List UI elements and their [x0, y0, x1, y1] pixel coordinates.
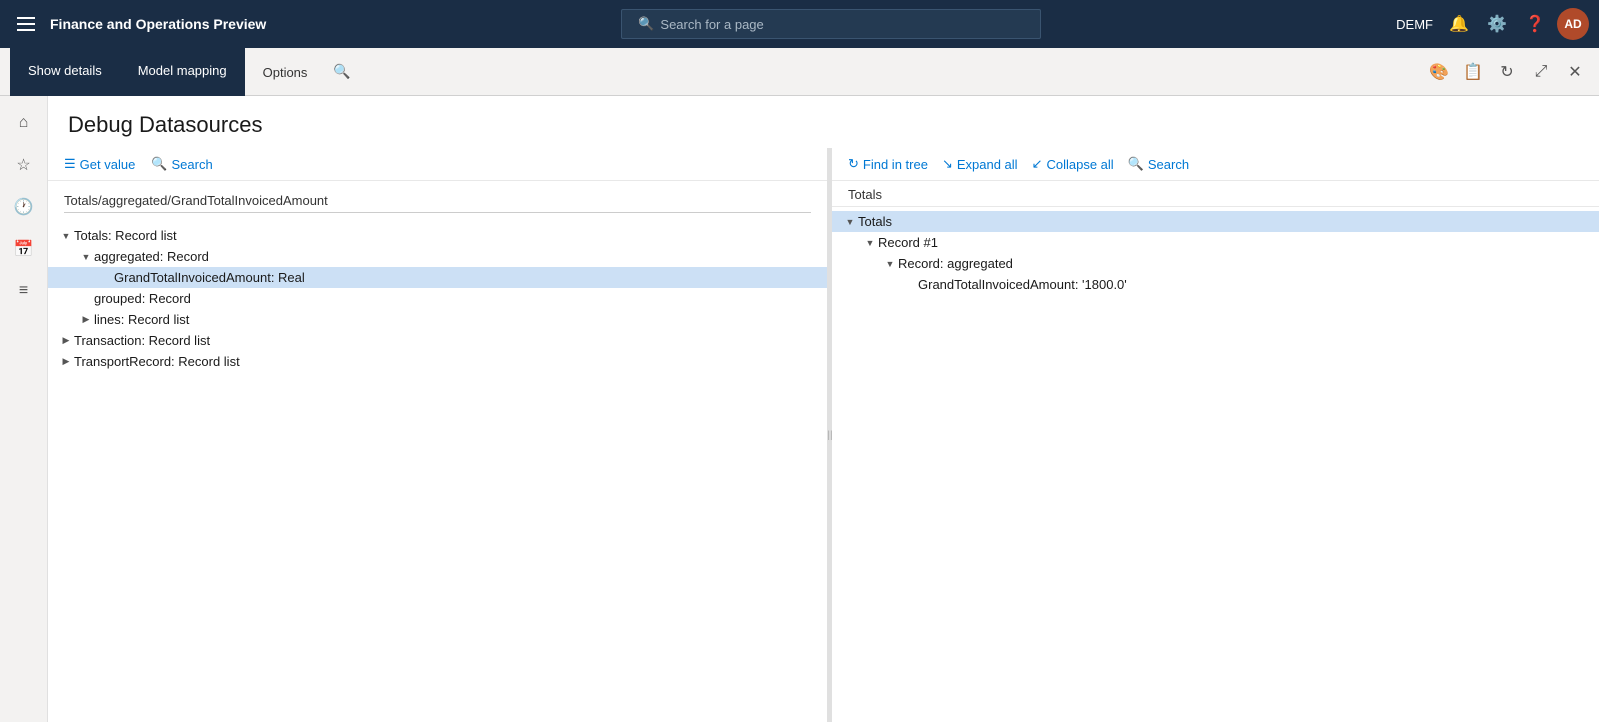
- tree-node-aggregated[interactable]: ▼ aggregated: Record: [48, 246, 827, 267]
- hamburger-menu[interactable]: [10, 8, 42, 40]
- right-panel-toolbar: ↻ Find in tree ↘ Expand all ↙ Collapse a…: [832, 148, 1599, 181]
- tree-node-grand-total[interactable]: GrandTotalInvoicedAmount: Real: [48, 267, 827, 288]
- right-tree-area: ▼ Totals ▼ Record #1 ▼ Record: aggregate…: [832, 207, 1599, 722]
- toggle-totals[interactable]: ▼: [58, 231, 74, 241]
- notifications-button[interactable]: 🔔: [1443, 8, 1475, 40]
- user-avatar[interactable]: AD: [1557, 8, 1589, 40]
- page-title: Debug Datasources: [48, 96, 1599, 148]
- collapse-all-icon: ↙: [1032, 156, 1043, 172]
- sidebar-recent[interactable]: 🕐: [5, 188, 43, 226]
- settings-button[interactable]: ⚙️: [1481, 8, 1513, 40]
- toolbar-right: 🎨 📋 ↻ ⤢ ✕: [1425, 58, 1599, 86]
- path-display: Totals/aggregated/GrandTotalInvoicedAmou…: [64, 189, 811, 213]
- tree-node-grouped[interactable]: grouped: Record: [48, 288, 827, 309]
- node-label-totals: Totals: Record list: [74, 228, 177, 243]
- node-label-transaction: Transaction: Record list: [74, 333, 210, 348]
- find-in-tree-button[interactable]: ↻ Find in tree: [848, 156, 928, 172]
- top-nav: Finance and Operations Preview 🔍 Search …: [0, 0, 1599, 48]
- right-panel-label: Totals: [832, 181, 1599, 207]
- right-panel: ↻ Find in tree ↘ Expand all ↙ Collapse a…: [832, 148, 1599, 722]
- node-label-transport: TransportRecord: Record list: [74, 354, 240, 369]
- toggle-transport[interactable]: ▶: [58, 356, 74, 367]
- find-in-tree-icon: ↻: [848, 156, 859, 172]
- content-area: Debug Datasources ☰ Get value 🔍 Search T…: [48, 96, 1599, 722]
- right-tree-node-totals[interactable]: ▼ Totals: [832, 211, 1599, 232]
- toggle-lines[interactable]: ▶: [78, 314, 94, 325]
- right-node-label-totals: Totals: [858, 214, 892, 229]
- right-toggle-aggregated[interactable]: ▼: [882, 259, 898, 269]
- toggle-transaction[interactable]: ▶: [58, 335, 74, 346]
- left-panel-toolbar: ☰ Get value 🔍 Search: [48, 148, 827, 181]
- tab-model-mapping-label: Model mapping: [138, 63, 227, 78]
- collapse-all-label: Collapse all: [1046, 157, 1113, 172]
- right-search-button[interactable]: 🔍 Search: [1128, 156, 1189, 172]
- right-tree-node-aggregated[interactable]: ▼ Record: aggregated: [832, 253, 1599, 274]
- right-toggle-record1[interactable]: ▼: [862, 238, 878, 248]
- find-in-tree-label: Find in tree: [863, 157, 928, 172]
- expand-all-label: Expand all: [957, 157, 1018, 172]
- tree-node-transaction[interactable]: ▶ Transaction: Record list: [48, 330, 827, 351]
- sidebar-workspaces[interactable]: 📅: [5, 230, 43, 268]
- expand-all-button[interactable]: ↘ Expand all: [942, 156, 1018, 172]
- global-search-placeholder: Search for a page: [660, 17, 763, 32]
- collapse-all-button[interactable]: ↙ Collapse all: [1032, 156, 1114, 172]
- get-value-button[interactable]: ☰ Get value: [64, 156, 135, 172]
- right-tree-node-grand[interactable]: GrandTotalInvoicedAmount: '1800.0': [832, 274, 1599, 295]
- node-label-grand-total: GrandTotalInvoicedAmount: Real: [114, 270, 305, 285]
- tab-options-label: Options: [263, 65, 308, 80]
- global-search-bar[interactable]: 🔍 Search for a page: [621, 9, 1041, 39]
- tab-show-details[interactable]: Show details: [10, 48, 120, 96]
- sidebar: ⌂ ☆ 🕐 📅 ≡: [0, 96, 48, 722]
- right-toggle-totals[interactable]: ▼: [842, 217, 858, 227]
- right-search-icon: 🔍: [1128, 156, 1144, 172]
- right-toggle-grand: [902, 280, 918, 290]
- user-company: DEMF: [1396, 17, 1433, 32]
- right-node-label-aggregated: Record: aggregated: [898, 256, 1013, 271]
- tab-model-mapping[interactable]: Model mapping: [120, 48, 245, 96]
- layers-icon-button[interactable]: 📋: [1459, 58, 1487, 86]
- node-label-grouped: grouped: Record: [94, 291, 191, 306]
- node-label-aggregated: aggregated: Record: [94, 249, 209, 264]
- left-search-label: Search: [172, 157, 213, 172]
- expand-all-icon: ↘: [942, 156, 953, 172]
- right-tree-node-record1[interactable]: ▼ Record #1: [832, 232, 1599, 253]
- tree-node-transport[interactable]: ▶ TransportRecord: Record list: [48, 351, 827, 372]
- right-search-label: Search: [1148, 157, 1189, 172]
- refresh-icon-button[interactable]: ↻: [1493, 58, 1521, 86]
- toolbar-search-icon[interactable]: 🔍: [333, 63, 350, 80]
- tree-node-lines[interactable]: ▶ lines: Record list: [48, 309, 827, 330]
- toggle-grouped: [78, 294, 94, 304]
- help-button[interactable]: ❓: [1519, 8, 1551, 40]
- left-search-button[interactable]: 🔍 Search: [151, 156, 212, 172]
- toggle-aggregated[interactable]: ▼: [78, 252, 94, 262]
- external-icon-button[interactable]: ⤢: [1527, 58, 1555, 86]
- toggle-grand-total: [98, 273, 114, 283]
- left-search-icon: 🔍: [151, 156, 167, 172]
- left-tree-area: ▼ Totals: Record list ▼ aggregated: Reco…: [48, 221, 827, 722]
- close-icon-button[interactable]: ✕: [1561, 58, 1589, 86]
- left-panel: ☰ Get value 🔍 Search Totals/aggregated/G…: [48, 148, 828, 722]
- sidebar-modules[interactable]: ≡: [5, 272, 43, 310]
- main-layout: ⌂ ☆ 🕐 📅 ≡ Debug Datasources ☰ Get value …: [0, 96, 1599, 722]
- right-node-label-record1: Record #1: [878, 235, 938, 250]
- app-title: Finance and Operations Preview: [50, 16, 266, 32]
- palette-icon-button[interactable]: 🎨: [1425, 58, 1453, 86]
- sidebar-favorites[interactable]: ☆: [5, 146, 43, 184]
- tab-show-details-label: Show details: [28, 63, 102, 78]
- debug-area: ☰ Get value 🔍 Search Totals/aggregated/G…: [48, 148, 1599, 722]
- get-value-icon: ☰: [64, 156, 76, 172]
- nav-actions: DEMF 🔔 ⚙️ ❓ AD: [1396, 8, 1589, 40]
- tree-node-totals[interactable]: ▼ Totals: Record list: [48, 225, 827, 246]
- search-icon: 🔍: [638, 16, 654, 32]
- get-value-label: Get value: [80, 157, 136, 172]
- sidebar-home[interactable]: ⌂: [5, 104, 43, 142]
- node-label-lines: lines: Record list: [94, 312, 189, 327]
- right-node-label-grand: GrandTotalInvoicedAmount: '1800.0': [918, 277, 1127, 292]
- tab-options[interactable]: Options: [245, 48, 326, 96]
- toolbar: Show details Model mapping Options 🔍 🎨 📋…: [0, 48, 1599, 96]
